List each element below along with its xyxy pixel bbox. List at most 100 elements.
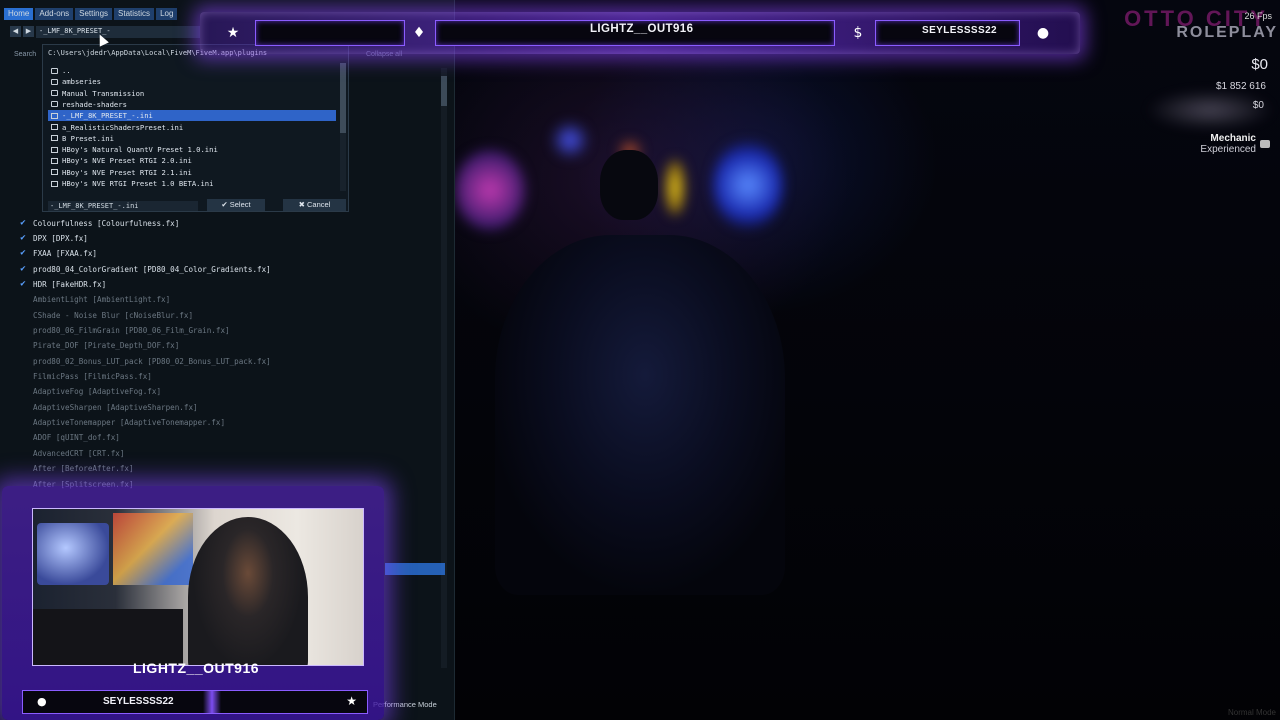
folder-item[interactable]: ..: [48, 65, 336, 76]
effect-row[interactable]: AmbientLight [AmbientLight.fx]: [18, 292, 170, 306]
tab-statistics[interactable]: Statistics: [114, 8, 155, 20]
character-body: [495, 235, 785, 595]
effect-label: After [BeforeAfter.fx]: [33, 463, 134, 473]
effect-row[interactable]: prod80_06_FilmGrain [PD80_06_Film_Grain.…: [18, 323, 230, 337]
preset-combo[interactable]: -_LMF_8K_PRESET_-: [36, 26, 200, 38]
diamond-icon: ♦: [412, 25, 426, 41]
checkbox-empty[interactable]: [18, 386, 28, 396]
effect-row[interactable]: ✔ HDR [FakeHDR.fx]: [18, 277, 106, 291]
folder-icon: [51, 78, 58, 85]
bar-divider: [203, 691, 221, 713]
file-list: .. ambseries Manual Transmission reshade-sh…: [48, 65, 338, 191]
webcam-overlay: LIGHTZ__OUT916 ● SEYLESSSS22 ★: [2, 486, 384, 720]
preset-file-browser: C:\Users\jdedr\AppData\Local\FiveM\FiveM…: [42, 44, 349, 212]
effect-label: DPX [DPX.fx]: [33, 233, 88, 243]
tab-home[interactable]: Home: [4, 8, 34, 20]
checkmark-icon[interactable]: ✔: [18, 248, 28, 258]
effect-row[interactable]: After [BeforeAfter.fx]: [18, 461, 134, 475]
file-icon: [51, 124, 58, 130]
search-label[interactable]: Search: [14, 51, 36, 58]
checkbox-empty[interactable]: [18, 463, 28, 473]
scroll-thumb[interactable]: [441, 76, 447, 106]
folder-item[interactable]: ambseries: [48, 76, 336, 87]
file-icon: [51, 135, 58, 142]
checkbox-empty[interactable]: [18, 417, 28, 427]
checkbox-empty[interactable]: [18, 448, 28, 458]
checkmark-icon[interactable]: ✔: [18, 218, 28, 228]
tab-addons[interactable]: Add-ons: [35, 8, 74, 20]
webcam-bottom-bar: ● SEYLESSSS22 ★: [22, 690, 368, 714]
effect-row[interactable]: AdaptiveTonemapper [AdaptiveTonemapper.f…: [18, 415, 225, 429]
effect-list-scrollbar[interactable]: [441, 68, 447, 668]
webcam-poster: [113, 513, 193, 585]
checkbox-empty[interactable]: [18, 356, 28, 366]
file-scroll-thumb[interactable]: [340, 63, 346, 133]
webcam-streamer: [188, 517, 308, 665]
neon-light-blue: [550, 120, 590, 160]
star-icon: ★: [226, 25, 240, 41]
select-button[interactable]: ✔ Select: [207, 199, 265, 211]
checkbox-empty[interactable]: [18, 402, 28, 412]
mode-watermark: Normal Mode: [1227, 708, 1276, 717]
effect-row[interactable]: ✔ FXAA [FXAA.fx]: [18, 246, 97, 260]
file-name: reshade-shaders: [62, 99, 127, 109]
file-name: HBoy's NVE RTGI Preset 1.0 BETA.ini: [62, 179, 214, 188]
file-icon: [51, 169, 58, 176]
checkbox-empty[interactable]: [18, 432, 28, 442]
effect-label: FilmicPass [FilmicPass.fx]: [33, 371, 152, 381]
tab-settings[interactable]: Settings: [75, 8, 113, 20]
checkbox-empty[interactable]: [18, 325, 28, 335]
file-item[interactable]: HBoy's NVE RTGI Preset 1.0 BETA.ini: [48, 178, 336, 189]
file-item[interactable]: HBoy's Natural QuantV Preset 1.0.ini: [48, 144, 336, 155]
file-list-scrollbar[interactable]: [340, 63, 346, 191]
checkbox-empty[interactable]: [18, 310, 28, 320]
effect-label: AdaptiveTonemapper [AdaptiveTonemapper.f…: [33, 417, 226, 427]
user-icon: ●: [1036, 25, 1050, 41]
file-name: B Preset.ini: [62, 133, 114, 143]
briefcase-icon: [1260, 140, 1270, 148]
star-icon: ★: [346, 694, 357, 708]
effect-row[interactable]: ADOF [qUINT_dof.fx]: [18, 430, 120, 444]
folder-item[interactable]: Manual Transmission: [48, 88, 336, 99]
tab-log[interactable]: Log: [156, 8, 178, 20]
job-name: Mechanic: [1210, 133, 1256, 144]
effect-row[interactable]: FilmicPass [FilmicPass.fx]: [18, 369, 152, 383]
effect-label: HDR [FakeHDR.fx]: [33, 279, 107, 289]
checkbox-empty[interactable]: [18, 294, 28, 304]
folder-icon: [51, 90, 58, 97]
fps-counter: 26 Fps: [1244, 11, 1272, 21]
stream-top-bar: ★ ♦ $ ● LIGHTZ__OUT916 SEYLESSSS22: [200, 12, 1080, 54]
file-item[interactable]: HBoy's NVE Preset RTGI 2.1.ini: [48, 167, 336, 178]
file-item[interactable]: -_LMF_8K_PRESET_-.ini: [48, 110, 336, 122]
effect-row[interactable]: ✔ DPX [DPX.fx]: [18, 231, 88, 245]
file-icon: [51, 180, 58, 187]
effect-row[interactable]: ✔ Colourfulness [Colourfulness.fx]: [18, 216, 179, 230]
checkbox-empty[interactable]: [18, 340, 28, 350]
filename-field[interactable]: -_LMF_8K_PRESET_-.ini: [48, 201, 198, 211]
cancel-button[interactable]: ✖ Cancel: [283, 199, 346, 211]
character-head: [600, 150, 658, 220]
effect-row[interactable]: Pirate_DOF [Pirate_Depth_DOF.fx]: [18, 338, 179, 352]
effect-label: AmbientLight [AmbientLight.fx]: [33, 294, 171, 304]
webcam-video: [32, 508, 364, 666]
file-item[interactable]: HBoy's NVE Preset RTGI 2.0.ini: [48, 155, 336, 166]
folder-item[interactable]: reshade-shaders: [48, 99, 336, 110]
effect-row[interactable]: ✔ prod80_04_ColorGradient [PD80_04_Color_…: [18, 262, 270, 276]
file-item[interactable]: a_RealisticShadersPreset.ini: [48, 122, 336, 133]
effect-label: Colourfulness [Colourfulness.fx]: [33, 218, 180, 228]
effect-row[interactable]: AdvancedCRT [CRT.fx]: [18, 446, 124, 460]
file-name: -_LMF_8K_PRESET_-.ini: [62, 111, 153, 121]
checkmark-icon[interactable]: ✔: [18, 264, 28, 274]
previous-preset-button[interactable]: ◀: [10, 26, 21, 37]
effect-row[interactable]: AdaptiveFog [AdaptiveFog.fx]: [18, 384, 161, 398]
checkbox-empty[interactable]: [18, 371, 28, 381]
effect-row[interactable]: CShade - Noise Blur [cNoiseBlur.fx]: [18, 308, 193, 322]
checkmark-icon[interactable]: ✔: [18, 233, 28, 243]
effect-settings-header[interactable]: [385, 563, 445, 575]
effect-row[interactable]: prod80_02_Bonus_LUT_pack [PD80_02_Bonus_…: [18, 354, 271, 368]
streamer-name: LIGHTZ__OUT916: [590, 23, 694, 35]
effect-row[interactable]: AdaptiveSharpen [AdaptiveSharpen.fx]: [18, 400, 198, 414]
file-item[interactable]: B Preset.ini: [48, 133, 336, 144]
next-preset-button[interactable]: ▶: [23, 26, 34, 37]
checkmark-icon[interactable]: ✔: [18, 279, 28, 289]
